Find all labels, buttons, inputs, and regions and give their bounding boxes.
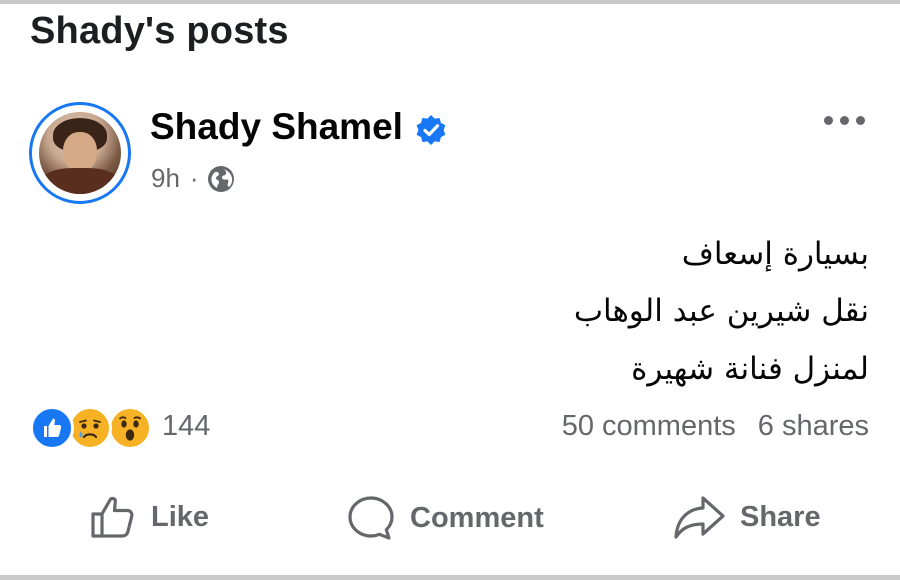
comments-count-link[interactable]: 50 comments [562,410,736,443]
post-text-line: بسيارة إسعاف [681,236,869,272]
author-name[interactable]: Shady Shamel [150,106,403,148]
like-reaction-icon [30,406,74,450]
like-button[interactable]: Like [88,492,209,542]
meta-separator: · [189,163,199,193]
share-icon [674,496,725,539]
sad-reaction-icon [68,406,112,450]
avatar-photo [39,112,121,194]
post-stats: 50 comments 6 shares [562,410,869,443]
comment-button[interactable]: Comment [345,492,544,544]
wow-reaction-icon [108,406,152,450]
post-meta: 9h · [151,163,235,194]
more-options-icon[interactable] [824,116,865,125]
globe-icon [207,165,234,192]
comment-icon [348,496,394,540]
shares-count-link[interactable]: 6 shares [758,410,869,443]
share-label: Share [740,500,821,533]
reactions-summary[interactable] [30,406,155,450]
comment-label: Comment [410,501,544,534]
page-title: Shady's posts [30,10,289,52]
post-text-line: لمنزل فنانة شهيرة [631,351,869,387]
post-time[interactable]: 9h [151,163,180,194]
thumbs-up-icon [91,496,134,538]
reactions-count[interactable]: 144 [162,410,210,443]
post-action-bar: Like Comment Share [0,492,900,552]
bottom-divider [0,575,900,580]
verified-badge-icon [416,115,446,145]
post-text-line: نقل شيرين عبد الوهاب [573,293,869,329]
share-button[interactable]: Share [673,492,821,542]
top-divider [0,0,900,4]
like-label: Like [151,500,210,533]
author-avatar[interactable] [29,102,131,204]
